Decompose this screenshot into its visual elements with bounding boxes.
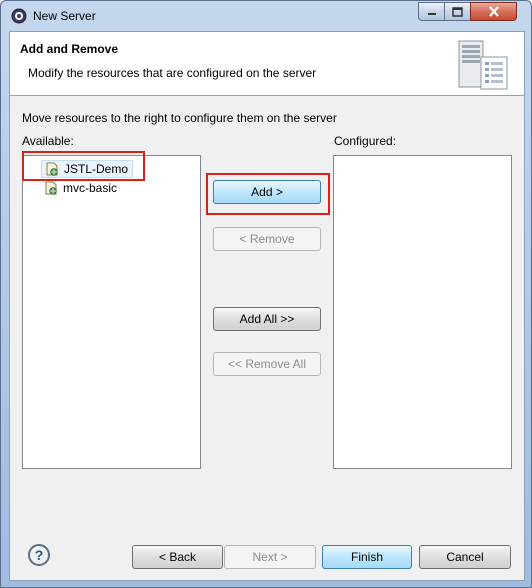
minimize-button[interactable] bbox=[418, 2, 445, 21]
back-button[interactable]: < Back bbox=[132, 545, 223, 569]
help-icon[interactable]: ? bbox=[28, 544, 50, 566]
window-title: New Server bbox=[33, 9, 96, 23]
list-item-label: mvc-basic bbox=[63, 181, 118, 195]
close-button[interactable] bbox=[470, 2, 517, 21]
dialog-client-area: Add and Remove Modify the resources that… bbox=[9, 31, 525, 581]
configured-list[interactable] bbox=[333, 155, 512, 469]
page-title: Add and Remove bbox=[20, 42, 119, 56]
title-bar[interactable]: New Server bbox=[1, 1, 531, 31]
close-icon bbox=[488, 6, 499, 17]
next-button[interactable]: Next > bbox=[224, 545, 316, 569]
app-icon bbox=[11, 8, 27, 24]
configured-label: Configured: bbox=[334, 134, 397, 148]
minimize-icon bbox=[427, 12, 436, 15]
available-label: Available: bbox=[22, 134, 74, 148]
web-project-icon bbox=[45, 181, 57, 195]
remove-button[interactable]: < Remove bbox=[213, 227, 321, 251]
list-item-label: JSTL-Demo bbox=[64, 162, 129, 176]
maximize-button[interactable] bbox=[444, 2, 471, 21]
new-server-window: New Server Add and Remove Modify the res… bbox=[0, 0, 532, 588]
list-item-jstl-demo[interactable]: JSTL-Demo bbox=[41, 160, 134, 178]
maximize-icon bbox=[452, 6, 463, 17]
available-list[interactable]: JSTL-Demo mvc-basic bbox=[22, 155, 201, 469]
finish-button[interactable]: Finish bbox=[322, 545, 412, 569]
remove-all-button[interactable]: << Remove All bbox=[213, 352, 321, 376]
cancel-button[interactable]: Cancel bbox=[419, 545, 511, 569]
add-button[interactable]: Add > bbox=[213, 180, 321, 204]
server-wizard-icon bbox=[458, 40, 508, 90]
wizard-header: Add and Remove Modify the resources that… bbox=[10, 32, 524, 96]
list-item-mvc-basic[interactable]: mvc-basic bbox=[41, 179, 121, 197]
instruction-text: Move resources to the right to configure… bbox=[22, 111, 337, 125]
web-project-icon bbox=[46, 162, 58, 176]
add-all-button[interactable]: Add All >> bbox=[213, 307, 321, 331]
page-description: Modify the resources that are configured… bbox=[28, 66, 317, 80]
